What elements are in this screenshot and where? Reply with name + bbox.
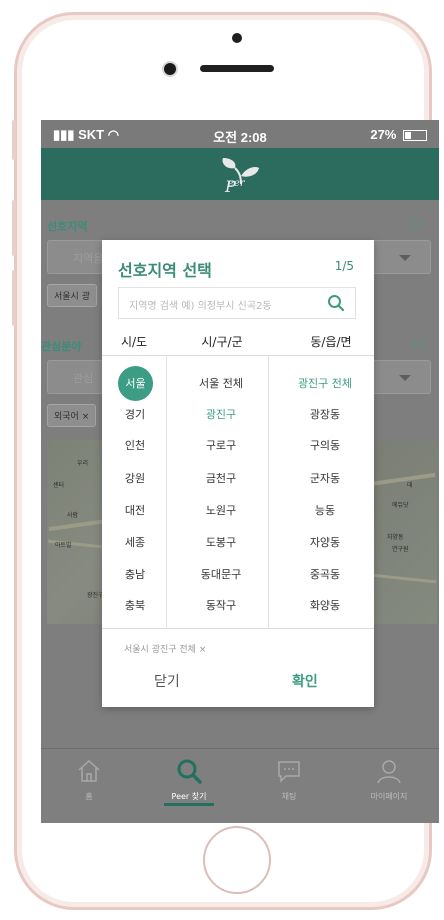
column-header-neighborhood: 동/읍/면 [310,335,352,349]
neighborhood-item[interactable]: 중곡동 [280,566,370,582]
district-item[interactable]: 동대문구 [178,566,264,582]
map-label: 우리 [77,460,89,467]
neighborhood-item[interactable]: 군자동 [280,470,370,486]
district-item[interactable]: 서울 전체 [178,375,264,391]
map-label: 연구원 [392,546,409,553]
earpiece-speaker [200,65,274,72]
city-item-selected[interactable]: 서울 [118,366,153,401]
selected-region-chip[interactable]: 서울시 광진구 전체 × [124,642,206,655]
battery-icon [403,130,427,142]
active-tab-indicator [164,803,214,806]
battery-percent: 27% [370,127,397,142]
nav-home-label: 홈 [85,792,93,801]
nav-mypage-label: 마이페이지 [370,792,408,801]
column-divider [268,356,269,628]
status-bar: ▮▮▮ SKT ◠ 오전 2:08 27% [41,120,439,148]
profile-icon [377,760,401,784]
column-header-province: 시/도 [120,335,148,349]
search-icon[interactable] [327,294,345,312]
leaf-logo-icon: P [222,158,259,196]
column-header-district: 시/구/군 [201,335,243,349]
nav-chat[interactable]: 채팅 [244,749,334,823]
header-divider [102,355,374,356]
city-item[interactable]: 대전 [116,502,154,518]
neighborhood-item[interactable]: 화양동 [280,597,370,613]
volume-down-button [12,270,16,326]
front-camera [232,33,242,43]
nav-mypage[interactable]: 마이페이지 [344,749,434,823]
app-header: P eer [41,148,439,200]
home-icon [78,759,100,782]
nav-peer-search-label: Peer 찾기 [171,792,207,801]
city-item[interactable]: 충남 [116,566,154,582]
district-item[interactable]: 구로구 [178,437,264,453]
map-label: 센터 [53,482,65,489]
interest-placeholder: 관심 [73,372,94,385]
mute-switch [12,120,16,160]
chevron-down-icon [399,255,411,261]
search-icon [177,759,202,784]
interest-title: 관심분야 [41,340,82,353]
app-logo-text: eer [228,178,245,189]
nav-home[interactable]: 홈 [44,749,134,823]
screen: ▮▮▮ SKT ◠ 오전 2:08 27% P eer 선호지역 1/5 지역을… [41,120,439,823]
battery-info: 27% [370,127,427,142]
column-divider [166,356,167,628]
interest-chip[interactable]: 외국어 × [47,404,97,427]
close-button[interactable]: 닫기 [154,671,180,691]
region-select-modal: 선호지역 선택 1/5 지역명 검색 예) 의정부시 신곡2동 시/도 시/구/… [102,240,374,707]
map-label: 아트빌 [55,542,72,549]
modal-title: 선호지역 선택 [118,261,212,280]
home-button[interactable] [203,826,271,894]
neighborhood-item[interactable]: 자양동 [280,534,370,550]
pref-region-title: 선호지역 [47,220,88,233]
nav-chat-label: 채팅 [281,792,297,801]
neighborhood-item[interactable]: 구의동 [280,437,370,453]
city-item[interactable]: 세종 [116,534,154,550]
chevron-down-icon [399,375,411,381]
map-label: 사람 [67,512,79,519]
neighborhood-item[interactable]: 광장동 [280,406,370,422]
modal-count: 1/5 [334,259,354,273]
district-item[interactable]: 노원구 [178,502,264,518]
bottom-nav: 홈 Peer 찾기 채팅 마이페이지 [41,748,439,823]
interest-count: 2/3 [411,340,426,350]
map-label: 에듀닷 [392,502,409,509]
city-item[interactable]: 인천 [116,437,154,453]
camera-lens [164,63,176,75]
nav-peer-search[interactable]: Peer 찾기 [144,749,234,823]
district-item[interactable]: 도봉구 [178,534,264,550]
confirm-button[interactable]: 확인 [292,671,318,691]
neighborhood-item[interactable]: 능동 [280,502,370,518]
chat-icon [278,761,300,783]
pref-region-placeholder: 지역을 [73,252,104,265]
city-item[interactable]: 충북 [116,597,154,613]
pref-region-count: 1/5 [411,220,426,230]
district-item-selected[interactable]: 광진구 [178,406,264,422]
volume-up-button [12,200,16,256]
map-label: 자양동 [387,534,404,541]
city-item[interactable]: 경기 [116,406,154,422]
region-search-input[interactable]: 지역명 검색 예) 의정부시 신곡2동 [118,287,356,319]
pref-region-chip[interactable]: 서울시 광 [47,284,97,307]
search-placeholder: 지역명 검색 예) 의정부시 신곡2동 [129,301,272,312]
map-label: 데 [407,482,413,489]
district-item[interactable]: 동작구 [178,597,264,613]
district-item[interactable]: 금천구 [178,470,264,486]
list-divider [102,628,374,629]
neighborhood-item-selected[interactable]: 광진구 전체 [280,375,370,391]
city-item[interactable]: 강원 [116,470,154,486]
